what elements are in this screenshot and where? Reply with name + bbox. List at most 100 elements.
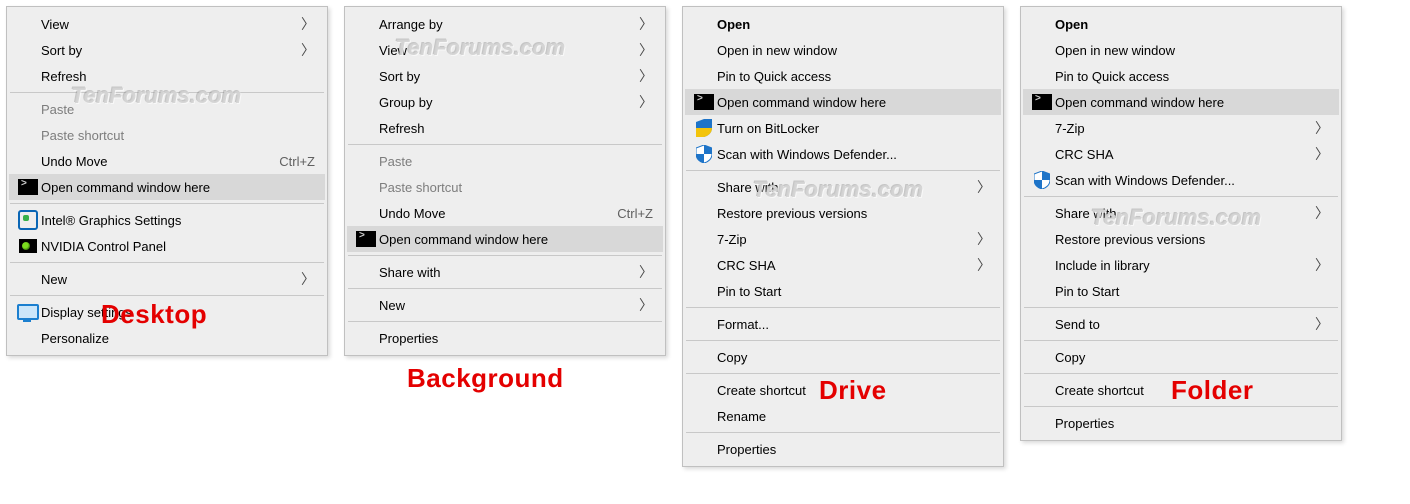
display-icon [15, 303, 41, 321]
menu-item-label: Paste shortcut [379, 180, 653, 195]
icon-none [15, 126, 41, 144]
menu-item-copy[interactable]: Copy [1023, 344, 1339, 370]
menu-item-pin-quick-access[interactable]: Pin to Quick access [685, 63, 1001, 89]
submenu-arrow-icon: 〉 [639, 66, 653, 86]
menu-item-view[interactable]: View 〉 [347, 37, 663, 63]
menu-item-crc-sha[interactable]: CRC SHA 〉 [685, 252, 1001, 278]
menu-item-paste-shortcut: Paste shortcut [347, 174, 663, 200]
menu-item-undo-move[interactable]: Undo Move Ctrl+Z [9, 148, 325, 174]
icon-none [691, 282, 717, 300]
menu-item-label: CRC SHA [717, 258, 977, 273]
menu-item-label: Pin to Start [717, 284, 991, 299]
menu-item-open-new-window[interactable]: Open in new window [1023, 37, 1339, 63]
menu-item-share-with[interactable]: Share with 〉 [1023, 200, 1339, 226]
menu-item-label: Share with [1055, 206, 1315, 221]
menu-item-undo-move[interactable]: Undo Move Ctrl+Z [347, 200, 663, 226]
menu-item-format[interactable]: Format... [685, 311, 1001, 337]
submenu-arrow-icon: 〉 [1315, 144, 1329, 164]
menu-item-group-by[interactable]: Group by 〉 [347, 89, 663, 115]
submenu-arrow-icon: 〉 [639, 295, 653, 315]
icon-none [1029, 256, 1055, 274]
separator [1024, 340, 1338, 341]
icon-none [691, 440, 717, 458]
menu-item-display-settings[interactable]: Display settings [9, 299, 325, 325]
menu-item-new[interactable]: New 〉 [9, 266, 325, 292]
icon-none [1029, 67, 1055, 85]
submenu-arrow-icon: 〉 [301, 14, 315, 34]
menu-item-defender[interactable]: Scan with Windows Defender... [685, 141, 1001, 167]
menu-item-intel-graphics[interactable]: Intel® Graphics Settings [9, 207, 325, 233]
menu-item-properties[interactable]: Properties [685, 436, 1001, 462]
icon-none [353, 329, 379, 347]
menu-item-paste-shortcut: Paste shortcut [9, 122, 325, 148]
menu-item-open[interactable]: Open [1023, 11, 1339, 37]
menu-item-view[interactable]: View 〉 [9, 11, 325, 37]
menu-item-open-command-window-here[interactable]: Open command window here [347, 226, 663, 252]
menu-item-label: Refresh [41, 69, 315, 84]
cmd-icon [1029, 93, 1055, 111]
menu-item-properties[interactable]: Properties [1023, 410, 1339, 436]
menu-item-defender[interactable]: Scan with Windows Defender... [1023, 167, 1339, 193]
menu-item-label: Refresh [379, 121, 653, 136]
icon-none [353, 204, 379, 222]
menu-item-label: Intel® Graphics Settings [41, 213, 315, 228]
menu-item-open-new-window[interactable]: Open in new window [685, 37, 1001, 63]
menu-item-label: New [41, 272, 301, 287]
icon-none [353, 152, 379, 170]
menu-item-share-with[interactable]: Share with 〉 [347, 259, 663, 285]
menu-item-refresh[interactable]: Refresh [9, 63, 325, 89]
menu-item-open-command-window-here[interactable]: Open command window here [685, 89, 1001, 115]
menu-item-restore-versions[interactable]: Restore previous versions [1023, 226, 1339, 252]
submenu-arrow-icon: 〉 [977, 229, 991, 249]
menu-item-arrange-by[interactable]: Arrange by 〉 [347, 11, 663, 37]
menu-item-label: Rename [717, 409, 991, 424]
menu-item-crc-sha[interactable]: CRC SHA 〉 [1023, 141, 1339, 167]
submenu-arrow-icon: 〉 [301, 269, 315, 289]
intel-graphics-icon [15, 211, 41, 229]
menu-item-open-command-window-here[interactable]: Open command window here [9, 174, 325, 200]
menu-item-open-command-window-here[interactable]: Open command window here [1023, 89, 1339, 115]
menu-item-bitlocker[interactable]: Turn on BitLocker [685, 115, 1001, 141]
menu-item-create-shortcut[interactable]: Create shortcut [685, 377, 1001, 403]
menu-item-share-with[interactable]: Share with 〉 [685, 174, 1001, 200]
menu-item-7zip[interactable]: 7-Zip 〉 [1023, 115, 1339, 141]
menu-item-include-library[interactable]: Include in library 〉 [1023, 252, 1339, 278]
menu-item-new[interactable]: New 〉 [347, 292, 663, 318]
menu-item-pin-quick-access[interactable]: Pin to Quick access [1023, 63, 1339, 89]
icon-none [353, 93, 379, 111]
icon-none [1029, 145, 1055, 163]
menu-item-create-shortcut[interactable]: Create shortcut [1023, 377, 1339, 403]
icon-none [691, 407, 717, 425]
menu-item-label: Scan with Windows Defender... [1055, 173, 1329, 188]
menu-item-pin-start[interactable]: Pin to Start [685, 278, 1001, 304]
icon-none [691, 67, 717, 85]
menu-item-open[interactable]: Open [685, 11, 1001, 37]
menu-item-refresh[interactable]: Refresh [347, 115, 663, 141]
menu-item-nvidia-control-panel[interactable]: NVIDIA Control Panel [9, 233, 325, 259]
menu-item-7zip[interactable]: 7-Zip 〉 [685, 226, 1001, 252]
menu-item-properties[interactable]: Properties [347, 325, 663, 351]
menu-item-sort-by[interactable]: Sort by 〉 [9, 37, 325, 63]
menu-item-label: Pin to Quick access [1055, 69, 1329, 84]
submenu-arrow-icon: 〉 [639, 92, 653, 112]
menu-item-label: Undo Move [41, 154, 263, 169]
menu-item-sort-by[interactable]: Sort by 〉 [347, 63, 663, 89]
separator [1024, 307, 1338, 308]
separator [10, 262, 324, 263]
menu-item-paste: Paste [347, 148, 663, 174]
menu-item-pin-start[interactable]: Pin to Start [1023, 278, 1339, 304]
separator [10, 92, 324, 93]
cmd-icon [15, 178, 41, 196]
menu-item-rename[interactable]: Rename [685, 403, 1001, 429]
menu-item-personalize[interactable]: Personalize [9, 325, 325, 351]
menu-item-label: Display settings [41, 305, 315, 320]
submenu-arrow-icon: 〉 [977, 255, 991, 275]
menu-item-restore-versions[interactable]: Restore previous versions [685, 200, 1001, 226]
menu-item-label: Open command window here [717, 95, 991, 110]
menu-item-label: Restore previous versions [1055, 232, 1329, 247]
submenu-arrow-icon: 〉 [639, 262, 653, 282]
menu-item-send-to[interactable]: Send to 〉 [1023, 311, 1339, 337]
menu-item-copy[interactable]: Copy [685, 344, 1001, 370]
separator [348, 144, 662, 145]
submenu-arrow-icon: 〉 [301, 40, 315, 60]
